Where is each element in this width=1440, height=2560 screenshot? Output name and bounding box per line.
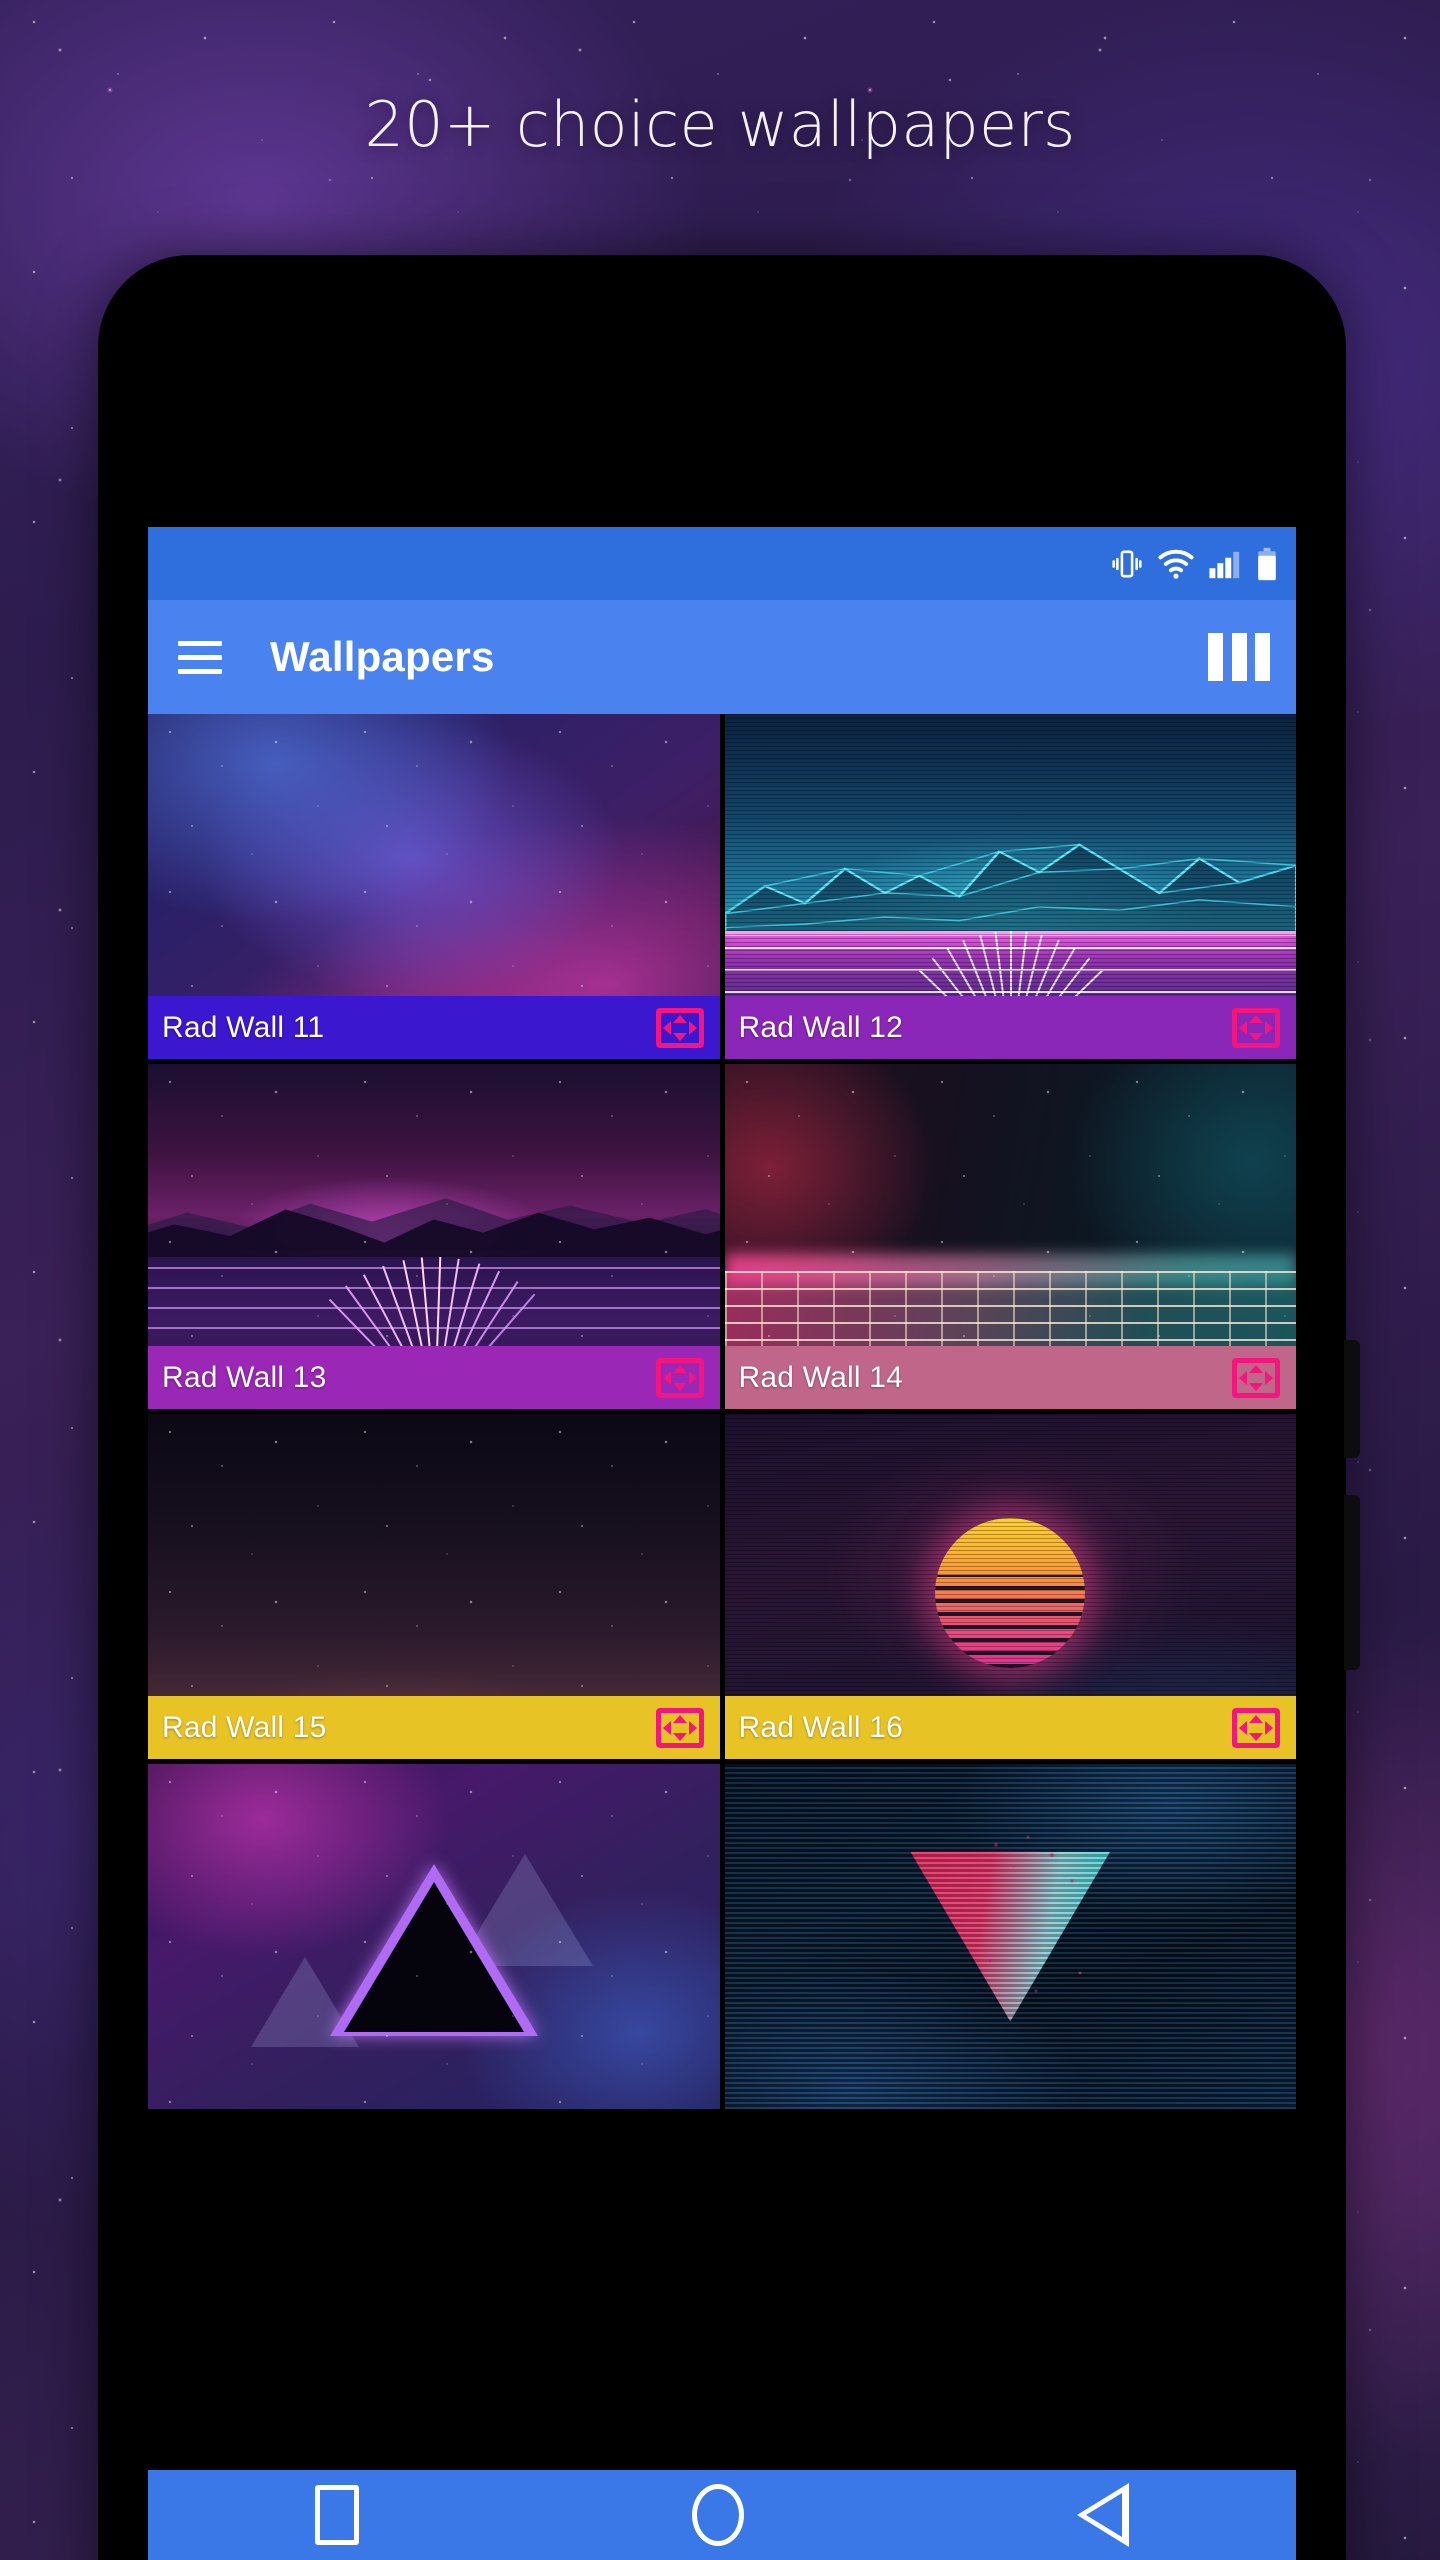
wallpaper-footer: Rad Wall 15	[148, 1696, 720, 1759]
wallpaper-footer: Rad Wall 12	[724, 996, 1296, 1059]
signal-icon	[1209, 551, 1240, 578]
wallpaper-card[interactable]	[724, 1764, 1296, 2109]
wallpaper-card[interactable]: Rad Wall 13	[148, 1064, 720, 1409]
wallpaper-thumbnail	[724, 1764, 1296, 2109]
wallpaper-footer: Rad Wall 14	[724, 1346, 1296, 1409]
fit-to-screen-icon[interactable]	[1232, 1707, 1280, 1748]
wallpaper-label: Rad Wall 14	[738, 1360, 903, 1394]
wallpaper-label: Rad Wall 12	[738, 1010, 903, 1044]
circle-icon[interactable]	[691, 2484, 744, 2546]
battery-icon	[1258, 547, 1276, 580]
three-column-grid-icon[interactable]	[1208, 629, 1270, 685]
wallpaper-label: Rad Wall 16	[738, 1710, 903, 1744]
fit-to-screen-icon[interactable]	[1232, 1357, 1280, 1398]
page-title: Wallpapers	[270, 633, 495, 680]
wallpaper-card[interactable]	[148, 1764, 720, 2109]
fit-to-screen-icon[interactable]	[655, 1707, 704, 1748]
wallpaper-footer: Rad Wall 16	[724, 1696, 1296, 1759]
wallpaper-grid: Rad Wall 11 Rad Wall 12 Rad Wall 13 Rad …	[148, 714, 1296, 2489]
wallpaper-card[interactable]: Rad Wall 11	[148, 714, 720, 1059]
power-button[interactable]	[1344, 1340, 1360, 1458]
wallpaper-card[interactable]: Rad Wall 16	[724, 1414, 1296, 1759]
promo-stage: 20+ choice wallpapers Wallpapers Rad Wal…	[0, 0, 1440, 2560]
wallpaper-card[interactable]: Rad Wall 14	[724, 1064, 1296, 1409]
wallpaper-label: Rad Wall 15	[162, 1710, 327, 1744]
volume-button[interactable]	[1344, 1495, 1360, 1670]
app-bar: Wallpapers	[148, 600, 1296, 714]
wallpaper-label: Rad Wall 11	[162, 1010, 325, 1044]
triangle-left-icon[interactable]	[1077, 2483, 1130, 2547]
wallpaper-footer: Rad Wall 11	[148, 996, 720, 1059]
navigation-bar	[148, 2470, 1296, 2560]
wallpaper-thumbnail	[148, 1764, 720, 2109]
wallpaper-card[interactable]: Rad Wall 15	[148, 1414, 720, 1759]
fit-to-screen-icon[interactable]	[655, 1007, 704, 1048]
status-bar	[148, 527, 1296, 600]
fit-to-screen-icon[interactable]	[1232, 1007, 1280, 1048]
wallpaper-label: Rad Wall 13	[162, 1360, 327, 1394]
hamburger-menu-icon[interactable]	[178, 629, 234, 685]
phone-screen: Wallpapers Rad Wall 11 Rad Wall 12 Rad W…	[148, 527, 1296, 2560]
wallpaper-footer: Rad Wall 13	[148, 1346, 720, 1409]
promo-headline: 20+ choice wallpapers	[364, 88, 1076, 161]
retro-sun	[935, 1518, 1086, 1669]
vibrate-icon	[1112, 550, 1142, 577]
wallpaper-card[interactable]: Rad Wall 12	[724, 714, 1296, 1059]
fit-to-screen-icon[interactable]	[655, 1357, 704, 1398]
square-icon[interactable]	[314, 2485, 359, 2545]
wifi-icon	[1158, 549, 1194, 579]
